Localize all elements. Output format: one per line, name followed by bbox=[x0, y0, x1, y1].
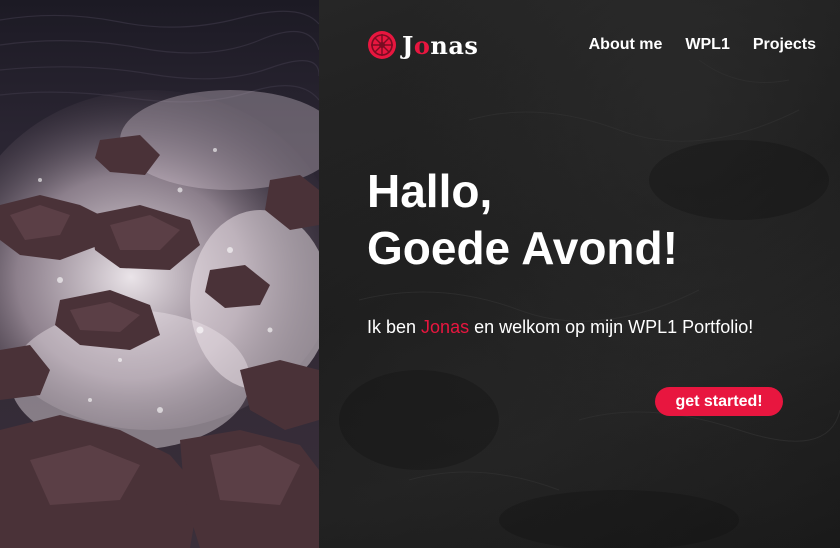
hero-section: Hallo, Goede Avond! bbox=[367, 163, 797, 277]
sea-rocks-image bbox=[0, 0, 319, 548]
brand-name: Jo nas bbox=[402, 31, 478, 60]
hero-photo bbox=[0, 0, 319, 548]
get-started-button[interactable]: get started! bbox=[655, 387, 783, 416]
brand-name-accent: o bbox=[413, 30, 431, 60]
main-nav: About me WPL1 Projects bbox=[589, 36, 816, 54]
nav-projects[interactable]: Projects bbox=[753, 36, 816, 54]
intro-before: Ik ben bbox=[367, 317, 422, 337]
logo-icon bbox=[368, 31, 396, 59]
brand-name-suffix: nas bbox=[430, 30, 479, 60]
intro-after: en welkom op mijn WPL1 Portfolio! bbox=[469, 317, 754, 337]
brand-logo[interactable]: Jo nas bbox=[366, 29, 478, 61]
hero-title: Hallo, Goede Avond! bbox=[367, 163, 797, 277]
hero-title-line2: Goede Avond! bbox=[367, 222, 678, 274]
intro-name: Jonas bbox=[421, 317, 470, 337]
nav-wpl1[interactable]: WPL1 bbox=[685, 36, 729, 54]
nav-about-me[interactable]: About me bbox=[589, 36, 663, 54]
brand-name-prefix: J bbox=[402, 30, 414, 60]
hero-title-line1: Hallo, bbox=[367, 165, 493, 217]
hero-intro: Ik ben Jonas en welkom op mijn WPL1 Port… bbox=[367, 315, 767, 339]
